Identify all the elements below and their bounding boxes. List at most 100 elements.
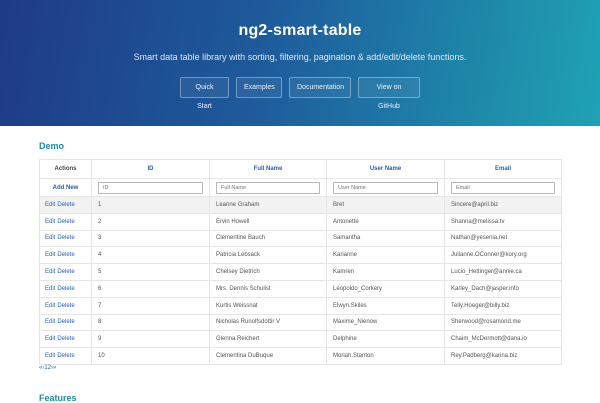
delete-link[interactable]: Delete: [57, 353, 74, 359]
table-row: Edit Delete 5 Chelsey Dietrich Kamren Luc…: [39, 263, 562, 281]
cell-full-name: Patricia Lebsack: [209, 246, 327, 265]
row-actions: Edit Delete: [39, 313, 92, 332]
demo-section-title: Demo: [39, 141, 65, 151]
delete-link[interactable]: Delete: [57, 286, 74, 292]
row-actions: Edit Delete: [39, 212, 92, 231]
cell-user-name: Maxime_Nienow: [326, 313, 445, 332]
table-row: Edit Delete 1 Leanne Graham Bret Sincere@…: [39, 196, 562, 214]
cell-id: 3: [91, 229, 210, 248]
documentation-button[interactable]: Documentation: [289, 77, 351, 98]
table-row: Edit Delete 8 Nicholas Runolfsdottir V Ma…: [39, 313, 562, 332]
quick-start-button[interactable]: Quick Start: [180, 77, 229, 110]
row-actions: Edit Delete: [39, 279, 92, 298]
table-row: Edit Delete 9 Glenna Reichert Delphine Ch…: [39, 330, 562, 349]
cell-full-name: Nicholas Runolfsdottir V: [209, 313, 327, 332]
cell-full-name: Kurtis Weissnat: [209, 296, 327, 315]
pagination[interactable]: «‹12›»: [39, 365, 56, 371]
edit-link[interactable]: Edit: [45, 336, 55, 342]
table-row: Edit Delete 2 Ervin Howell Antonette Shan…: [39, 212, 562, 231]
page-title: ng2-smart-table: [238, 22, 362, 39]
add-new-button[interactable]: Add New: [39, 178, 92, 197]
edit-link[interactable]: Edit: [45, 219, 55, 225]
examples-button[interactable]: Examples: [236, 77, 282, 98]
edit-link[interactable]: Edit: [45, 353, 55, 359]
cell-email: Lucio_Hettinger@annie.ca: [444, 263, 562, 281]
table-row: Edit Delete 4 Patricia Lebsack Karianne J…: [39, 246, 562, 265]
cell-email: Rey.Padberg@karina.biz: [444, 347, 562, 365]
cell-email: Sherwood@rosamond.me: [444, 313, 562, 332]
cell-user-name: Bret: [326, 196, 445, 214]
cell-id: 10: [91, 347, 210, 365]
delete-link[interactable]: Delete: [57, 202, 74, 208]
delete-link[interactable]: Delete: [57, 336, 74, 342]
cell-email: Nathan@yesenia.net: [444, 229, 562, 248]
smart-table: Actions ID Full Name User Name Email Add…: [39, 159, 562, 365]
cell-user-name: Moriah.Stanton: [326, 347, 445, 365]
row-actions: Edit Delete: [39, 296, 92, 315]
full-name-filter-input[interactable]: [216, 181, 320, 194]
filter-cell-id: [91, 178, 210, 197]
cell-email: Julianne.OConner@kory.org: [444, 246, 562, 265]
column-header-email[interactable]: Email: [444, 159, 562, 179]
id-filter-input[interactable]: [98, 181, 203, 194]
row-actions: Edit Delete: [39, 347, 92, 365]
table-row: Edit Delete 6 Mrs. Dennis Schulist Leopol…: [39, 279, 562, 298]
hero-button-group: Quick Start Examples Documentation View …: [0, 77, 600, 110]
delete-link[interactable]: Delete: [57, 252, 74, 258]
cell-email: Chaim_McDermott@dana.io: [444, 330, 562, 349]
column-header-user-name[interactable]: User Name: [326, 159, 445, 179]
edit-link[interactable]: Edit: [45, 202, 55, 208]
cell-user-name: Antonette: [326, 212, 445, 231]
delete-link[interactable]: Delete: [57, 269, 74, 275]
delete-link[interactable]: Delete: [57, 235, 74, 241]
delete-link[interactable]: Delete: [57, 303, 74, 309]
edit-link[interactable]: Edit: [45, 303, 55, 309]
cell-id: 7: [91, 296, 210, 315]
cell-id: 9: [91, 330, 210, 349]
row-actions: Edit Delete: [39, 263, 92, 281]
delete-link[interactable]: Delete: [57, 319, 74, 325]
table-header-row: Actions ID Full Name User Name Email: [39, 159, 562, 179]
cell-full-name: Leanne Graham: [209, 196, 327, 214]
cell-id: 8: [91, 313, 210, 332]
cell-user-name: Kamren: [326, 263, 445, 281]
edit-link[interactable]: Edit: [45, 252, 55, 258]
column-header-id[interactable]: ID: [91, 159, 210, 179]
cell-email: Sincere@april.biz: [444, 196, 562, 214]
cell-id: 4: [91, 246, 210, 265]
cell-user-name: Delphine: [326, 330, 445, 349]
hero-banner: ng2-smart-table Smart data table library…: [0, 0, 600, 126]
cell-user-name: Elwyn.Skiles: [326, 296, 445, 315]
delete-link[interactable]: Delete: [57, 219, 74, 225]
cell-id: 6: [91, 279, 210, 298]
email-filter-input[interactable]: [451, 181, 555, 194]
column-header-full-name[interactable]: Full Name: [209, 159, 327, 179]
table-row: Edit Delete 3 Clementine Bauch Samantha N…: [39, 229, 562, 248]
features-section-title: Features: [39, 393, 77, 403]
row-actions: Edit Delete: [39, 229, 92, 248]
cell-full-name: Chelsey Dietrich: [209, 263, 327, 281]
row-actions: Edit Delete: [39, 246, 92, 265]
view-on-github-button[interactable]: View on GitHub: [358, 77, 420, 110]
edit-link[interactable]: Edit: [45, 319, 55, 325]
cell-full-name: Glenna Reichert: [209, 330, 327, 349]
cell-id: 5: [91, 263, 210, 281]
row-actions: Edit Delete: [39, 330, 92, 349]
filter-cell-user-name: [326, 178, 445, 197]
cell-email: Shanna@melissa.tv: [444, 212, 562, 231]
filter-cell-full-name: [209, 178, 327, 197]
cell-user-name: Samantha: [326, 229, 445, 248]
cell-id: 2: [91, 212, 210, 231]
edit-link[interactable]: Edit: [45, 269, 55, 275]
table-row: Edit Delete 10 Clementina DuBuque Moriah.…: [39, 347, 562, 365]
cell-user-name: Karianne: [326, 246, 445, 265]
filter-cell-email: [444, 178, 562, 197]
edit-link[interactable]: Edit: [45, 235, 55, 241]
table-filter-row: Add New: [39, 178, 562, 197]
row-actions: Edit Delete: [39, 196, 92, 214]
cell-full-name: Ervin Howell: [209, 212, 327, 231]
page-subtitle: Smart data table library with sorting, f…: [133, 52, 467, 62]
edit-link[interactable]: Edit: [45, 286, 55, 292]
user-name-filter-input[interactable]: [333, 181, 438, 194]
table-row: Edit Delete 7 Kurtis Weissnat Elwyn.Skile…: [39, 296, 562, 315]
